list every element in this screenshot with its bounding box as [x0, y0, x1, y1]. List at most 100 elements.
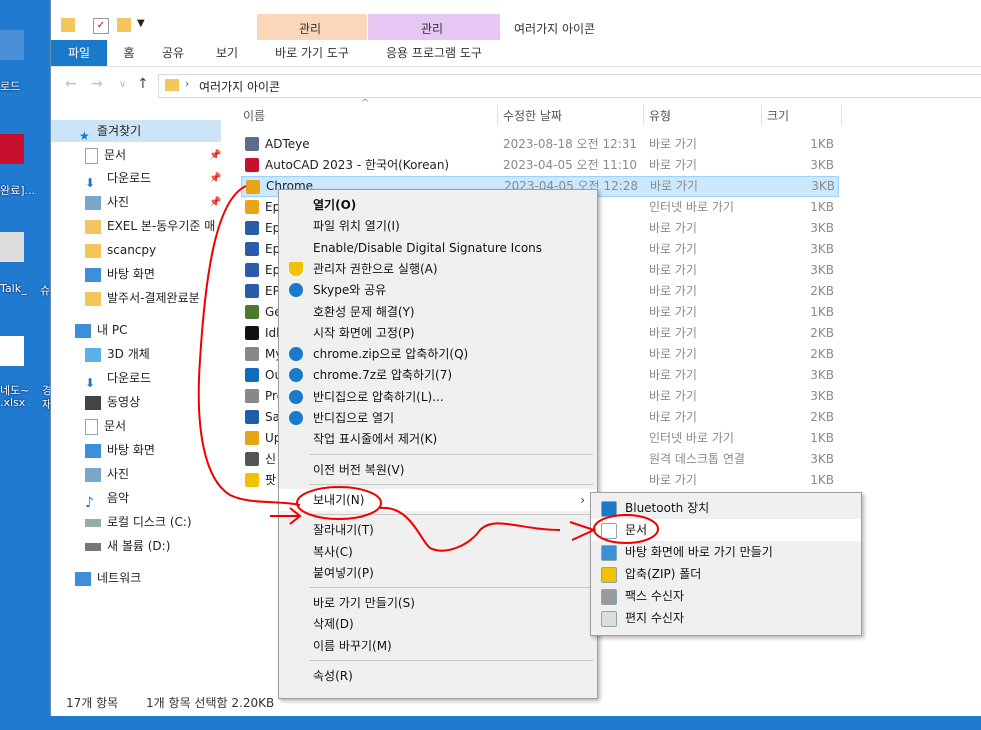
sidebar-item-videos[interactable]: 동영상 [85, 391, 140, 413]
column-header-size[interactable]: 크기 [767, 106, 789, 126]
sidebar-item-pictures[interactable]: 사진 [85, 191, 129, 213]
sidebar-item-desktop[interactable]: 바탕 화면 [85, 263, 155, 285]
menu-item-label: chrome.7z로 압축하기(7) [313, 368, 453, 383]
customize-quick-access-icon[interactable]: ▼ [137, 18, 151, 32]
send-to-item[interactable]: 편지 수신자 [591, 607, 861, 629]
send-to-item[interactable]: 압축(ZIP) 폴더 [591, 563, 861, 585]
context-menu-item[interactable]: chrome.7z로 압축하기(7) [279, 364, 597, 386]
context-menu-item[interactable]: 바로 가기 만들기(S) [279, 592, 597, 614]
tab-home[interactable]: 홈 [111, 40, 147, 66]
title-bar: ✓ ▼ 관리 관리 여러가지 아이콘 [51, 0, 981, 40]
menu-item-label: 바탕 화면에 바로 가기 만들기 [625, 545, 773, 559]
column-header-type[interactable]: 유형 [649, 106, 671, 126]
context-menu-item[interactable]: chrome.zip으로 압축하기(Q) [279, 343, 597, 365]
context-menu-item[interactable]: 관리자 권한으로 실행(A) [279, 258, 597, 280]
bluetooth-icon [601, 501, 617, 517]
context-menu-item[interactable]: 속성(R) [279, 665, 597, 687]
shortcut-icon [245, 305, 259, 319]
pin-icon[interactable]: 📌 [209, 197, 221, 208]
pin-icon[interactable]: 📌 [209, 150, 221, 161]
context-menu-item[interactable]: 이름 바꾸기(M) [279, 635, 597, 657]
desktop-download-icon[interactable] [0, 30, 24, 60]
forward-icon[interactable]: → [91, 76, 103, 92]
file-date: 2023-08-18 오전 12:31 [503, 137, 638, 151]
sidebar-item-desktop[interactable]: 바탕 화면 [85, 439, 155, 461]
pin-icon[interactable]: 📌 [209, 173, 221, 184]
context-menu-item[interactable]: 붙여넣기(P) [279, 562, 597, 584]
send-to-item[interactable]: Bluetooth 장치 [591, 497, 861, 519]
context-menu-item[interactable]: 파일 위치 열기(I) [279, 215, 597, 237]
sidebar-item-folder[interactable]: scancpy [85, 239, 156, 261]
sidebar-item-volume[interactable]: 새 볼륨 (D:) [85, 535, 170, 557]
context-menu-item[interactable]: Skype와 공유 [279, 279, 597, 301]
sidebar-item-music[interactable]: ♪ 음악 [85, 487, 129, 511]
tab-shortcut-tools[interactable]: 바로 가기 도구 [257, 40, 367, 66]
column-divider[interactable] [841, 104, 842, 126]
sidebar-item-documents[interactable]: 문서 [85, 144, 126, 166]
context-menu-item[interactable]: 열기(O) [279, 194, 597, 216]
context-menu-item[interactable]: Enable/Disable Digital Signature Icons [279, 237, 597, 259]
folder-icon[interactable] [61, 18, 75, 32]
sidebar-item-this-pc[interactable]: 내 PC [75, 319, 127, 341]
send-to-item[interactable]: 문서 [591, 519, 861, 541]
skype-icon [289, 283, 303, 298]
sidebar-item-quick-access[interactable]: ★ 즐겨찾기 [51, 120, 221, 143]
sidebar-item-pictures[interactable]: 사진 [85, 463, 129, 485]
properties-icon[interactable]: ✓ [93, 18, 109, 34]
context-menu-item[interactable]: 작업 표시줄에서 제거(K) [279, 428, 597, 450]
desktop-excel-icon[interactable] [0, 336, 24, 366]
context-menu-item[interactable]: 잘라내기(T) [279, 519, 597, 541]
address-bar[interactable]: › 여러가지 아이콘 [158, 74, 981, 98]
send-to-item[interactable]: 팩스 수신자 [591, 585, 861, 607]
context-menu-item[interactable]: 반디집으로 열기 [279, 407, 597, 429]
column-header-date[interactable]: 수정한 날짜 [503, 106, 562, 126]
desktop-label: Talk_ [0, 282, 27, 295]
context-menu-item[interactable]: 호환성 문제 해결(Y) [279, 301, 597, 323]
tab-share[interactable]: 공유 [153, 40, 193, 66]
sidebar-item-folder[interactable]: 발주서-결제완료분 [85, 287, 200, 309]
sidebar-item-3d-objects[interactable]: 3D 개체 [85, 343, 150, 365]
context-menu-item[interactable]: 삭제(D) [279, 613, 597, 635]
context-menu-item[interactable]: 복사(C) [279, 541, 597, 563]
shortcut-icon [245, 347, 259, 361]
sidebar-item-downloads[interactable]: ⬇ 다운로드 [85, 167, 151, 190]
tab-file[interactable]: 파일 [51, 40, 107, 66]
back-icon[interactable]: ← [65, 76, 77, 92]
file-type: 바로 가기 [650, 179, 698, 193]
breadcrumb[interactable]: 여러가지 아이콘 [199, 78, 280, 95]
context-menu-item[interactable]: 반디집으로 압축하기(L)... [279, 386, 597, 408]
item-count: 17개 항목 [66, 696, 119, 710]
tab-app-tools[interactable]: 응용 프로그램 도구 [368, 40, 500, 66]
sort-arrow-icon: ^ [361, 98, 370, 109]
context-menu-item[interactable]: 보내기(N) › [279, 488, 597, 511]
sidebar-item-downloads[interactable]: ⬇ 다운로드 [85, 367, 151, 390]
menu-item-label: 보내기(N) [313, 492, 365, 507]
file-type: 인터넷 바로 가기 [649, 431, 734, 445]
sidebar-item-folder[interactable]: EXEL 본-동우기준 매 [85, 215, 215, 237]
column-divider[interactable] [761, 104, 762, 126]
sidebar-item-documents[interactable]: 문서 [85, 415, 126, 437]
table-row[interactable]: AutoCAD 2023 - 한국어(Korean) 2023-04-05 오전 … [241, 155, 837, 176]
up-icon[interactable]: ↑ [137, 76, 149, 92]
file-type: 바로 가기 [649, 368, 697, 382]
send-to-submenu: Bluetooth 장치 문서바탕 화면에 바로 가기 만들기압축(ZIP) 폴더… [590, 492, 862, 636]
context-menu-item[interactable]: 시작 화면에 고정(P) [279, 322, 597, 344]
tab-view[interactable]: 보기 [207, 40, 247, 66]
table-row[interactable]: ADTeye 2023-08-18 오전 12:31 바로 가기 1KB [241, 134, 837, 155]
sidebar-item-network[interactable]: 네트워크 [75, 567, 141, 589]
pc-icon [75, 323, 91, 338]
shortcut-icon [245, 284, 259, 298]
desktop-file-icon[interactable] [0, 232, 24, 262]
column-divider[interactable] [497, 104, 498, 126]
menu-item-label: Enable/Disable Digital Signature Icons [313, 240, 543, 255]
column-header-name[interactable]: 이름 [243, 106, 265, 126]
sidebar-item-local-disk[interactable]: 로컬 디스크 (C:) [85, 511, 192, 533]
file-type: 원격 데스크톱 연결 [649, 452, 745, 466]
desktop-file-icon[interactable] [0, 134, 24, 164]
file-type: 인터넷 바로 가기 [649, 200, 734, 214]
send-to-item[interactable]: 바탕 화면에 바로 가기 만들기 [591, 541, 861, 563]
recent-chevron-icon[interactable]: ∨ [119, 79, 126, 90]
context-menu-item[interactable]: 이전 버전 복원(V) [279, 459, 597, 481]
new-folder-icon[interactable] [117, 18, 131, 32]
column-divider[interactable] [643, 104, 644, 126]
